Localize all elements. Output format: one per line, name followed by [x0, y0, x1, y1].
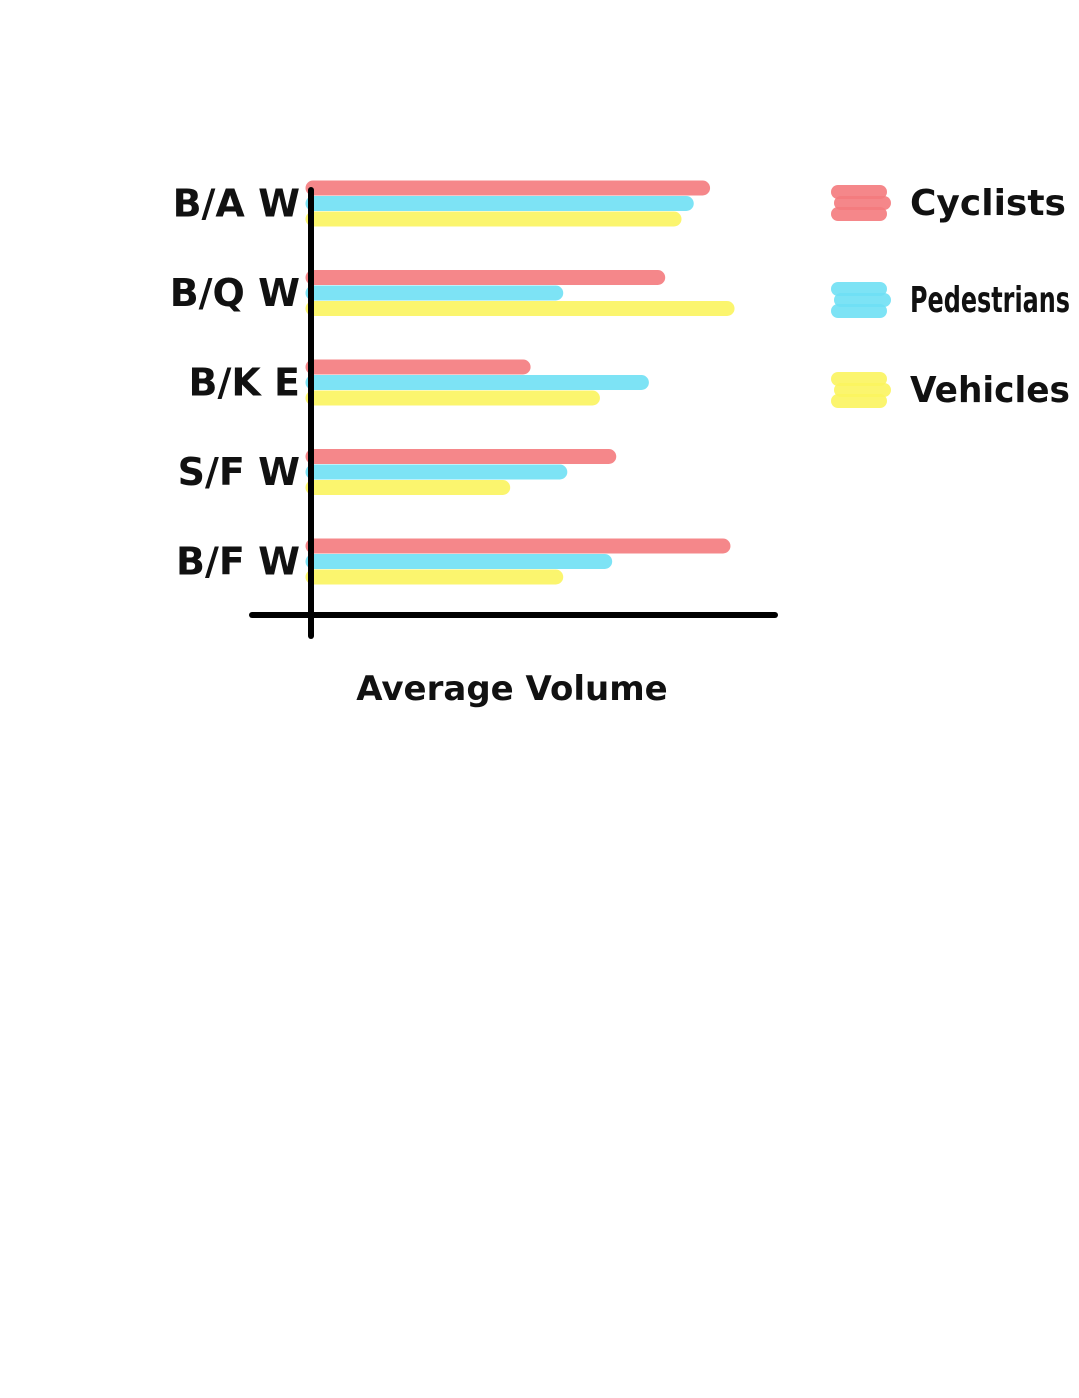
chart: B/A W B/Q W B/K E S/F W B/F W Average Volume…: [0, 0, 1079, 1394]
legend-label-pedestrians: Pedestrians: [910, 280, 1070, 321]
category-labels: B/A W B/Q W B/K E S/F W B/F W: [170, 182, 300, 584]
category-label: B/Q W: [170, 271, 300, 315]
category-label: B/A W: [173, 182, 300, 226]
category-label: B/F W: [176, 540, 300, 584]
category-label: S/F W: [178, 450, 300, 494]
bars-layer: [305, 180, 735, 585]
category-label: B/K E: [189, 361, 300, 405]
legend-label-vehicles: Vehicles: [910, 370, 1070, 411]
x-axis-label: Average Volume: [356, 669, 667, 709]
legend-label-cyclists: Cyclists: [910, 183, 1066, 224]
legend: Cyclists Pedestrians Vehicles: [831, 183, 1070, 411]
bar-chart: B/A W B/Q W B/K E S/F W B/F W Average Volume…: [170, 180, 1070, 709]
